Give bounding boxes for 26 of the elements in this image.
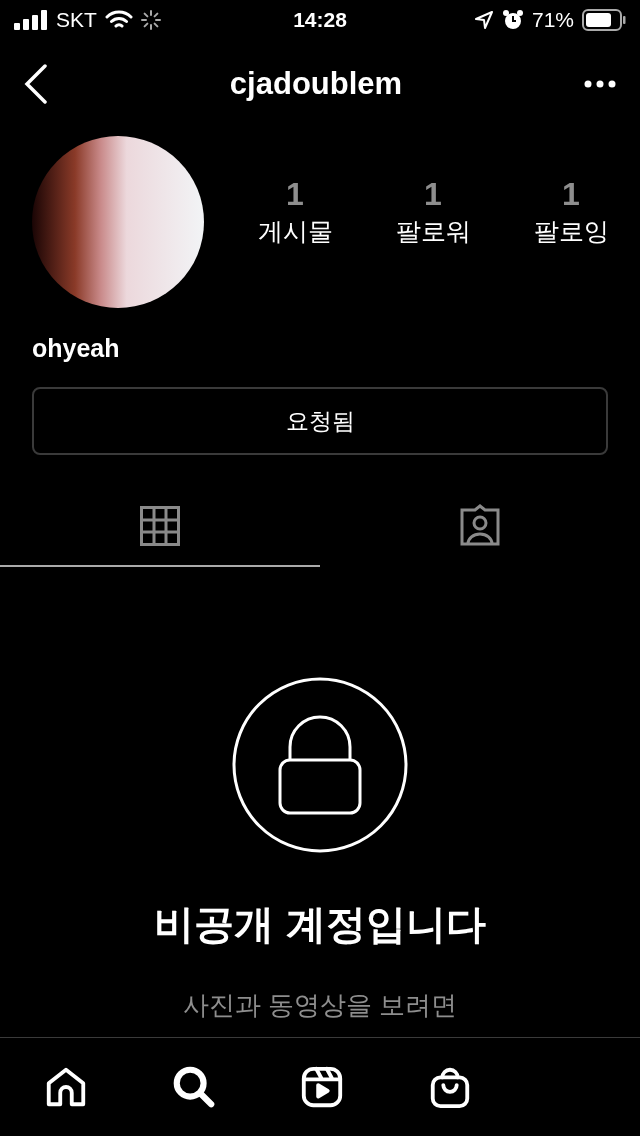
stat-count: 1 xyxy=(286,176,304,213)
tagged-person-icon xyxy=(458,504,502,548)
stat-count: 1 xyxy=(424,176,442,213)
signal-icon xyxy=(14,10,48,30)
reels-icon xyxy=(299,1064,345,1110)
profile-name: ohyeah xyxy=(31,333,121,363)
stat-label: 팔로잉 xyxy=(533,216,609,247)
stat-label: 팔로워 xyxy=(395,216,471,247)
battery-icon xyxy=(582,9,626,31)
clock-time: 14:28 xyxy=(293,8,347,32)
search-icon xyxy=(171,1064,217,1110)
stat-count: 1 xyxy=(562,176,580,213)
requested-button[interactable]: 요청됨 xyxy=(32,387,608,455)
alarm-clock-icon xyxy=(501,9,524,31)
loading-spinner-icon xyxy=(140,10,161,30)
private-account-title: 비공개 계정입니다 xyxy=(154,901,486,948)
grid-icon xyxy=(140,506,180,546)
battery-percentage: 71% xyxy=(531,8,574,32)
private-account-message: 사진과 동영상을 보려면 xyxy=(182,989,458,1022)
account-username: cjadoublem xyxy=(229,66,403,102)
lock-icon xyxy=(232,677,408,853)
stat-label: 게시물 xyxy=(257,216,333,247)
carrier-name: SKT xyxy=(56,8,97,32)
location-arrow-icon xyxy=(473,10,494,30)
wifi-icon xyxy=(104,10,133,30)
more-options-icon[interactable] xyxy=(584,80,616,88)
